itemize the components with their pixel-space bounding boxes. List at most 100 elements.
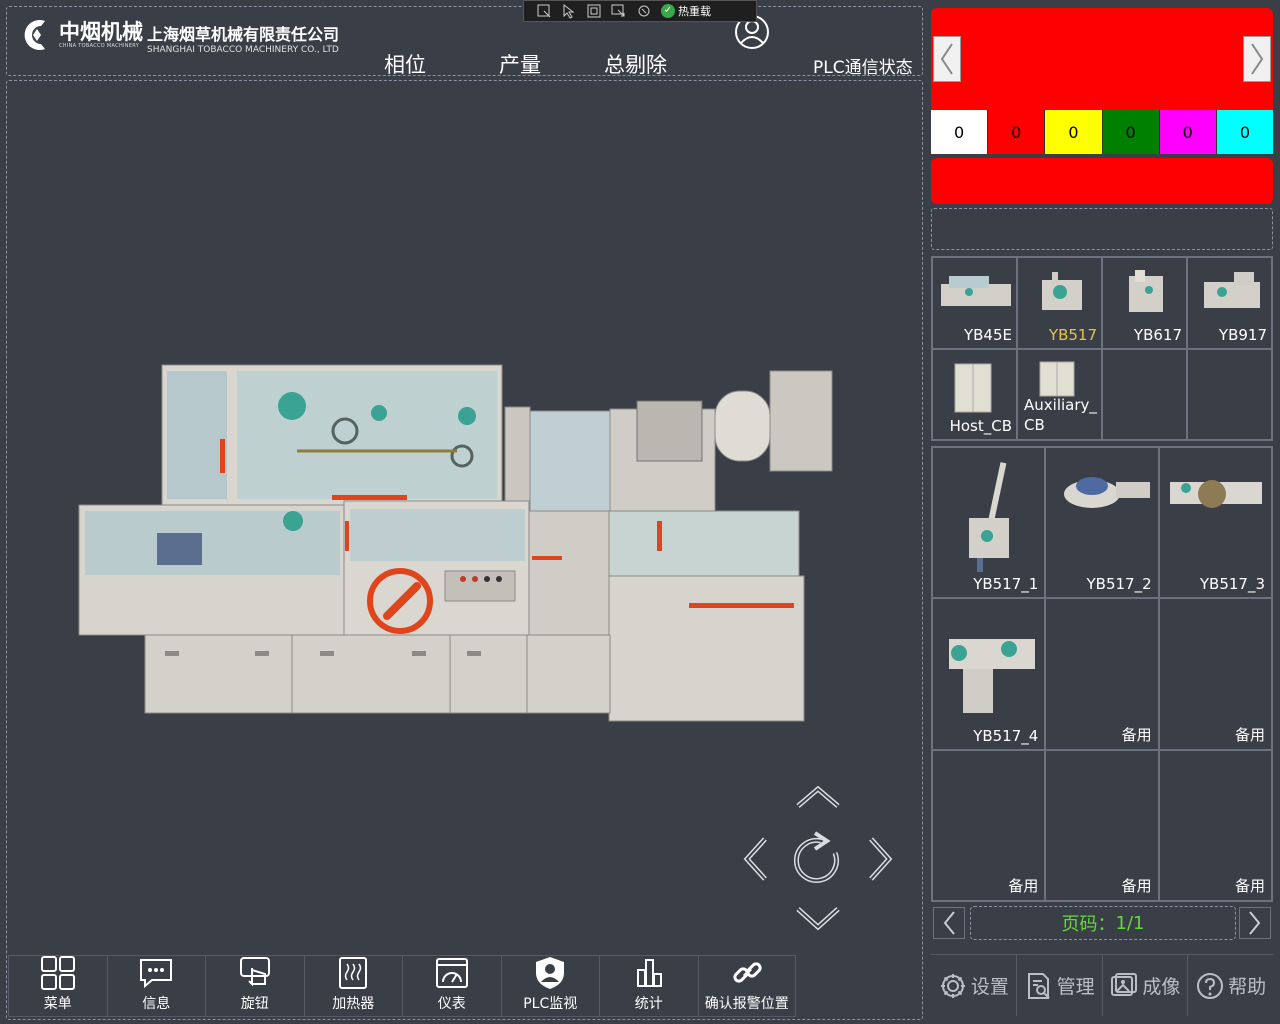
bottom-toolbar: 菜单 信息 旋钮 加热器 仪表 PLC监视 统计 确认报警位置 [8, 955, 796, 1017]
auxiliary-cb-thumbnail [1039, 361, 1075, 396]
alarm-next-button[interactable] [1243, 36, 1271, 82]
alarm-level-counts: 0 0 0 0 0 0 [931, 110, 1274, 154]
model-label: YB517 [1048, 325, 1097, 344]
knob-label: 旋钮 [240, 996, 269, 1012]
manage-label: 管理 [1056, 976, 1095, 998]
meter-label: 仪表 [437, 996, 466, 1012]
knob-button[interactable]: 旋钮 [205, 955, 304, 1017]
part-yb517-1[interactable]: YB517_1 [932, 447, 1046, 599]
part-spare[interactable]: 备用 [1045, 598, 1159, 750]
message-button[interactable]: 信息 [106, 955, 205, 1017]
rotate-left-icon[interactable] [743, 837, 767, 881]
model-yb517[interactable]: YB517 [1017, 257, 1102, 349]
part-yb517-3[interactable]: YB517_3 [1158, 447, 1272, 599]
confirm-alarm-position-label: 确认报警位置 [704, 996, 789, 1012]
nav-output[interactable]: 产量 [499, 49, 541, 79]
link-icon [733, 962, 762, 983]
part-spare[interactable]: 备用 [1045, 749, 1159, 901]
part-label: YB517_4 [973, 726, 1039, 745]
gear-icon [940, 973, 965, 998]
heater-button[interactable]: 加热器 [303, 955, 402, 1017]
chevron-right-icon [1249, 911, 1261, 935]
part-spare[interactable]: 备用 [1158, 598, 1272, 750]
model-yb617[interactable]: YB617 [1102, 257, 1187, 349]
part-spare[interactable]: 备用 [932, 749, 1046, 901]
document-search-icon [1027, 972, 1050, 999]
rotate-down-icon[interactable] [796, 907, 840, 931]
plc-monitor-label: PLC监视 [523, 996, 578, 1012]
gauge-icon [435, 958, 468, 988]
model-label: YB917 [1218, 325, 1267, 344]
hot-reload-indicator[interactable]: ✓ 热重载 [661, 3, 711, 19]
model-host-cb[interactable]: Host_CB [932, 348, 1017, 440]
part-label: YB517_3 [1199, 575, 1265, 594]
part-label: 备用 [1234, 876, 1265, 895]
yb45e-thumbnail [941, 276, 1011, 306]
rotate-right-icon[interactable] [869, 837, 893, 881]
yb517-2-thumbnail [1064, 477, 1151, 508]
settings-label: 设置 [970, 976, 1009, 998]
reset-view-icon[interactable] [793, 831, 839, 883]
model-label: YB617 [1133, 325, 1182, 344]
model-auxiliary-cb[interactable]: Auxiliary_ CB [1017, 348, 1102, 440]
sync-icon[interactable] [636, 3, 652, 19]
help-button[interactable]: 帮助 [1188, 955, 1273, 1016]
right-menu: 设置 管理 成像 帮助 [931, 954, 1273, 1016]
rotate-up-icon[interactable] [796, 785, 840, 808]
part-label: YB517_2 [1086, 575, 1152, 594]
part-spare[interactable]: 备用 [1158, 749, 1272, 901]
count-red: 0 [988, 110, 1046, 154]
part-label: 备用 [1008, 876, 1039, 895]
logo-mark-icon [24, 20, 45, 50]
count-white: 0 [931, 110, 989, 154]
shield-user-icon [536, 957, 565, 989]
page-value: 1/1 [1115, 912, 1145, 934]
machine-3d-viewport[interactable] [6, 80, 923, 1020]
nav-total-reject[interactable]: 总剔除 [604, 49, 667, 79]
page-next-button[interactable] [1239, 907, 1271, 939]
logo-text: 中烟机械 [59, 20, 143, 44]
view-navigation-pad [743, 785, 893, 931]
part-yb517-4[interactable]: YB517_4 [932, 598, 1046, 750]
pointer-icon[interactable] [561, 3, 577, 19]
statistics-label: 统计 [634, 996, 663, 1012]
header: 中烟机械 CHINA TOBACCO MACHINERY 上海烟草机械有限责任公… [6, 6, 923, 79]
message-label: 信息 [142, 996, 171, 1012]
model-label: Host_CB [949, 417, 1012, 435]
model-yb45e[interactable]: YB45E [932, 257, 1017, 349]
yb517-3-thumbnail [1169, 480, 1262, 508]
yb517-4-thumbnail [949, 639, 1035, 714]
plc-monitor-button[interactable]: PLC监视 [500, 955, 599, 1017]
part-label: 备用 [1121, 876, 1152, 895]
imaging-button[interactable]: 成像 [1103, 955, 1189, 1016]
statistics-button[interactable]: 统计 [599, 955, 698, 1017]
page-prev-button[interactable] [933, 907, 965, 939]
count-green: 0 [1102, 110, 1160, 154]
count-yellow: 0 [1045, 110, 1103, 154]
chevron-right-icon [1251, 43, 1264, 75]
meter-button[interactable]: 仪表 [402, 955, 501, 1017]
page-indicator: 页码： 1/1 [970, 906, 1236, 940]
menu-label: 菜单 [43, 996, 72, 1012]
part-label: 备用 [1234, 725, 1265, 744]
inspect-icon[interactable] [611, 3, 627, 19]
alarm-prev-button[interactable] [933, 36, 961, 82]
count-magenta: 0 [1159, 110, 1217, 154]
nav-phase[interactable]: 相位 [384, 49, 426, 79]
manage-button[interactable]: 管理 [1017, 955, 1103, 1016]
nav-plc-status[interactable]: PLC通信状态 [813, 53, 913, 78]
confirm-alarm-position-button[interactable]: 确认报警位置 [697, 955, 796, 1017]
part-yb517-2[interactable]: YB517_2 [1045, 447, 1159, 599]
alarm-message-bar [931, 158, 1273, 204]
frame-icon[interactable] [586, 3, 602, 19]
model-yb917[interactable]: YB917 [1187, 257, 1272, 349]
settings-button[interactable]: 设置 [931, 955, 1017, 1016]
pager: 页码： 1/1 [931, 905, 1273, 941]
help-label: 帮助 [1228, 976, 1267, 998]
menu-button[interactable]: 菜单 [8, 955, 107, 1017]
chevron-left-icon [940, 43, 953, 75]
company-name-cn: 上海烟草机械有限责任公司 [147, 25, 340, 44]
select-element-icon[interactable] [536, 3, 552, 19]
yb517-thumbnail [1042, 272, 1082, 310]
chat-icon [140, 959, 173, 989]
